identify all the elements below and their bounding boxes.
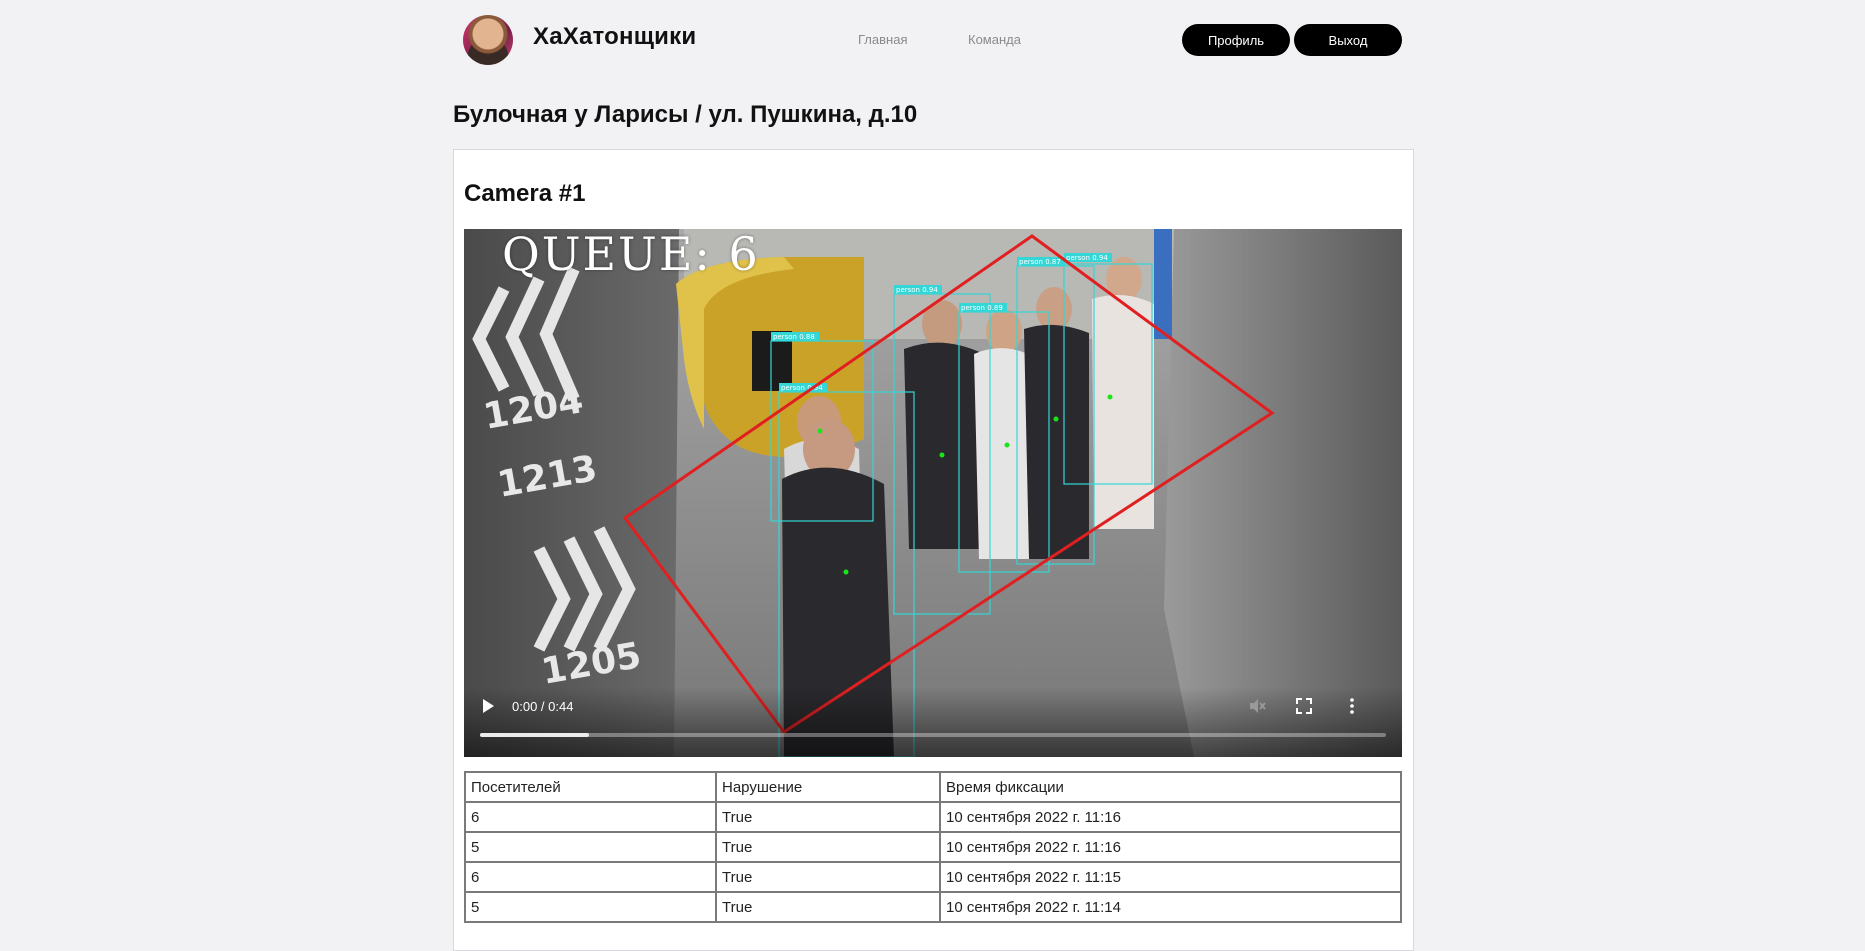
team-avatar[interactable] xyxy=(463,15,513,65)
nav-link-team[interactable]: Команда xyxy=(968,32,1021,47)
brand-title[interactable]: ХаХатонщики xyxy=(533,23,696,51)
table-row: 5 True 10 сентября 2022 г. 11:16 xyxy=(464,831,1402,863)
table-row: 6 True 10 сентября 2022 г. 11:15 xyxy=(464,861,1402,893)
page-title: Булочная у Ларисы / ул. Пушкина, д.10 xyxy=(453,101,918,128)
cell-violation: True xyxy=(715,801,941,833)
video-progress-fill xyxy=(480,733,589,737)
volume-muted-icon[interactable] xyxy=(1247,696,1267,716)
cell-time: 10 сентября 2022 г. 11:15 xyxy=(939,861,1402,893)
cell-time: 10 сентября 2022 г. 11:14 xyxy=(939,891,1402,923)
detection-label: person 0.94 xyxy=(896,286,938,294)
video-time: 0:00 / 0:44 xyxy=(512,699,574,714)
more-options-icon[interactable] xyxy=(1342,696,1362,716)
detection-label: person 0.94 xyxy=(1066,254,1108,262)
cell-violation: True xyxy=(715,861,941,893)
cell-time: 10 сентября 2022 г. 11:16 xyxy=(939,801,1402,833)
queue-overlay-text: QUEUE: 6 xyxy=(502,229,760,281)
camera-frame: 1204 1213 1205 person 0.88 person 0.94 p… xyxy=(464,229,1402,757)
logout-button[interactable]: Выход xyxy=(1294,24,1402,56)
play-icon[interactable] xyxy=(481,698,495,714)
camera-card: Camera #1 1204 1213 1205 person 0.88 per… xyxy=(453,149,1414,951)
profile-button[interactable]: Профиль xyxy=(1182,24,1290,56)
table-row: 6 True 10 сентября 2022 г. 11:16 xyxy=(464,801,1402,833)
cell-violation: True xyxy=(715,831,941,863)
cell-visitors: 5 xyxy=(464,831,717,863)
site-header: ХаХатонщики Главная Команда Профиль Выхо… xyxy=(0,0,1865,80)
column-header-violation: Нарушение xyxy=(715,771,941,803)
detection-label: person 0.89 xyxy=(961,304,1003,312)
cell-visitors: 6 xyxy=(464,861,717,893)
column-header-visitors: Посетителей xyxy=(464,771,717,803)
cell-visitors: 5 xyxy=(464,891,717,923)
camera-title: Camera #1 xyxy=(464,180,586,207)
visitor-log-table: Посетителей Нарушение Время фиксации 6 T… xyxy=(464,771,1402,923)
cell-violation: True xyxy=(715,891,941,923)
video-progress-bar[interactable] xyxy=(480,733,1386,737)
detection-label: person 0.87 xyxy=(1019,258,1061,266)
column-header-time: Время фиксации xyxy=(939,771,1402,803)
cell-visitors: 6 xyxy=(464,801,717,833)
camera-video-player[interactable]: 1204 1213 1205 person 0.88 person 0.94 p… xyxy=(464,229,1402,757)
table-header-row: Посетителей Нарушение Время фиксации xyxy=(464,771,1402,803)
cell-time: 10 сентября 2022 г. 11:16 xyxy=(939,831,1402,863)
nav-link-home[interactable]: Главная xyxy=(858,32,907,47)
detection-label: person 0.88 xyxy=(773,333,815,341)
fullscreen-icon[interactable] xyxy=(1294,696,1314,716)
table-row: 5 True 10 сентября 2022 г. 11:14 xyxy=(464,891,1402,923)
